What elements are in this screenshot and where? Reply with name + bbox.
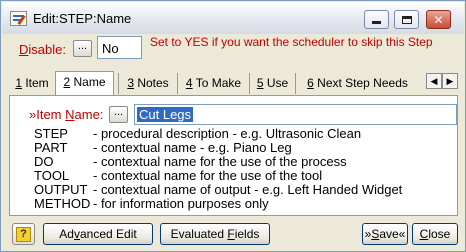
item-name-lookup-button[interactable]: ... (109, 106, 128, 123)
item-name-label: »Item Name: (29, 107, 104, 122)
tab-scroll-left-button[interactable]: ◀ (426, 73, 442, 89)
help-icon: ? (16, 226, 31, 242)
maximize-button[interactable] (394, 10, 419, 29)
item-name-input[interactable]: Cut Legs (134, 104, 457, 125)
help-button[interactable]: ? (12, 223, 35, 245)
maximize-icon (401, 15, 412, 24)
disable-help-text: Set to YES if you want the scheduler to … (150, 35, 433, 49)
tab-notes[interactable]: 3 Notes (118, 73, 177, 94)
save-button[interactable]: »Save« (362, 223, 408, 245)
close-icon: ✕ (433, 12, 444, 27)
minimize-button[interactable] (364, 10, 389, 29)
edit-record-icon (10, 11, 27, 26)
name-tab-panel: »Item Name: ... Cut Legs STEP - procedura… (9, 95, 458, 216)
close-button[interactable]: Close (412, 223, 458, 245)
edit-step-dialog: Edit:STEP:Name ✕ Disable: ... No Set to … (0, 0, 466, 252)
close-window-button[interactable]: ✕ (426, 10, 451, 29)
definition-row: TOOL - contextual name for the use of the… (34, 168, 323, 183)
definitions-list: STEP - procedural description - e.g. Ultr… (34, 127, 454, 211)
minimize-icon (372, 21, 381, 24)
definition-row: METHOD - for information purposes only (34, 196, 269, 211)
tab-next-step-needs[interactable]: 6 Next Step Needs (295, 73, 419, 94)
window-title: Edit:STEP:Name (33, 11, 132, 26)
item-name-value: Cut Legs (137, 107, 194, 122)
tab-item[interactable]: 1 Item (9, 73, 55, 94)
tab-name[interactable]: 2 Name (55, 71, 114, 96)
evaluated-fields-button[interactable]: Evaluated Fields (160, 223, 270, 245)
tab-use[interactable]: 5 Use (249, 73, 295, 94)
tab-scroll-right-button[interactable]: ▶ (442, 73, 458, 89)
tab-strip: 1 Item 2 Name 3 Notes 4 To Make 5 Use 6 … (9, 71, 466, 96)
advanced-edit-button[interactable]: Advanced Edit (43, 223, 153, 245)
definition-row: PART - contextual name - e.g. Piano Leg (34, 140, 292, 155)
disable-label: Disable: (19, 42, 66, 57)
disable-field[interactable]: No (97, 36, 142, 59)
definition-row: DO - contextual name for the use of the p… (34, 154, 347, 169)
arrow-right-icon: ▶ (446, 76, 454, 86)
arrow-left-icon: ◀ (430, 76, 438, 86)
tab-to-make[interactable]: 4 To Make (177, 73, 249, 94)
definition-row: STEP - procedural description - e.g. Ultr… (34, 126, 362, 141)
definition-row: OUTPUT - contextual name of output - e.g.… (34, 182, 403, 197)
title-bar[interactable]: Edit:STEP:Name ✕ (2, 2, 464, 34)
disable-lookup-button[interactable]: ... (73, 40, 92, 57)
